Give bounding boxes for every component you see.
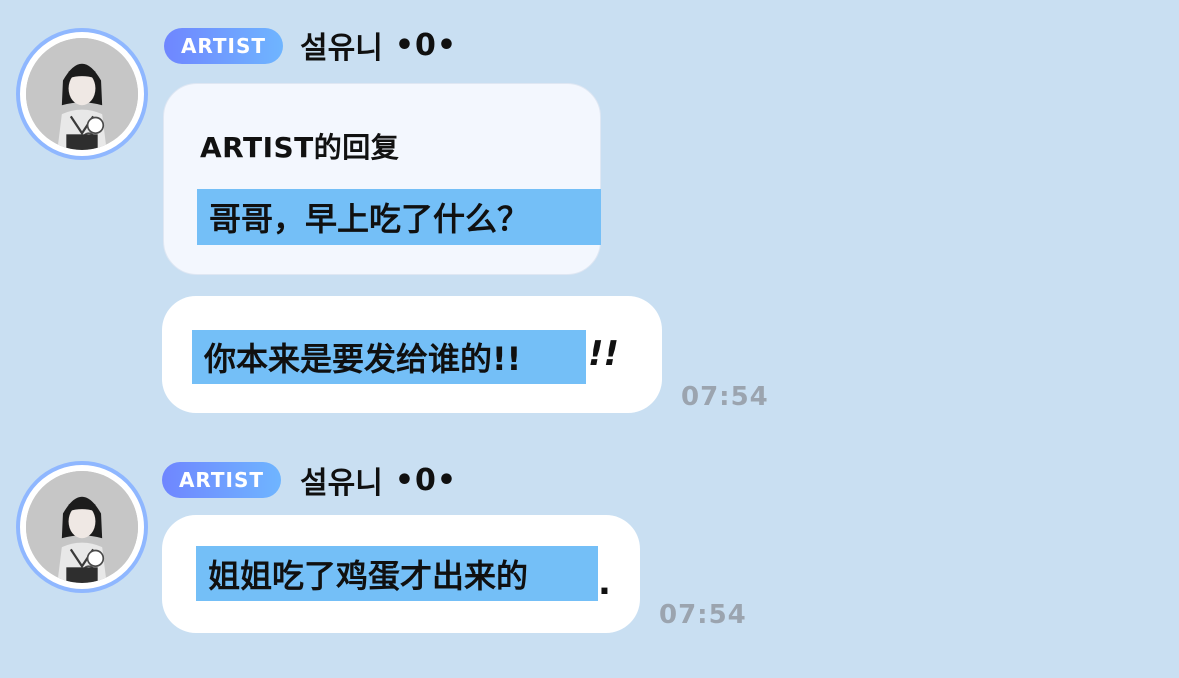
message-text: 姐姐吃了鸡蛋才出来的 — [196, 546, 598, 601]
avatar-portrait-icon — [26, 471, 138, 583]
status-emoticon: •0• — [394, 462, 458, 498]
reply-quoted-text: 哥哥，早上吃了什么？ — [197, 189, 601, 245]
artist-avatar[interactable] — [16, 28, 148, 160]
sender-name[interactable]: 설유니 •0• — [300, 460, 458, 502]
message-text: 你本来是要发给谁的!! — [192, 330, 586, 384]
reply-bubble[interactable]: ARTIST的回复 哥哥，早上吃了什么？ — [163, 83, 601, 275]
username-text: 설유니 — [300, 31, 383, 66]
message-bubble[interactable]: 你本来是要发给谁的!! !! — [162, 296, 662, 413]
avatar-image — [26, 471, 138, 583]
status-emoticon: •0• — [394, 27, 458, 63]
message-overflow-text: !! — [588, 334, 620, 374]
avatar-portrait-icon — [26, 38, 138, 150]
message-bubble[interactable]: 姐姐吃了鸡蛋才出来的 . — [162, 515, 640, 633]
artist-badge: ARTIST — [164, 28, 283, 64]
sender-name[interactable]: 설유니 •0• — [300, 25, 458, 67]
reply-header: ARTIST的回复 — [200, 131, 400, 164]
message-time: 07:54 — [681, 382, 769, 412]
message-time: 07:54 — [659, 600, 747, 630]
artist-avatar[interactable] — [16, 461, 148, 593]
avatar-image — [26, 38, 138, 150]
message-overflow-text: . — [598, 563, 611, 603]
username-text: 설유니 — [300, 466, 383, 501]
artist-badge: ARTIST — [162, 462, 281, 498]
